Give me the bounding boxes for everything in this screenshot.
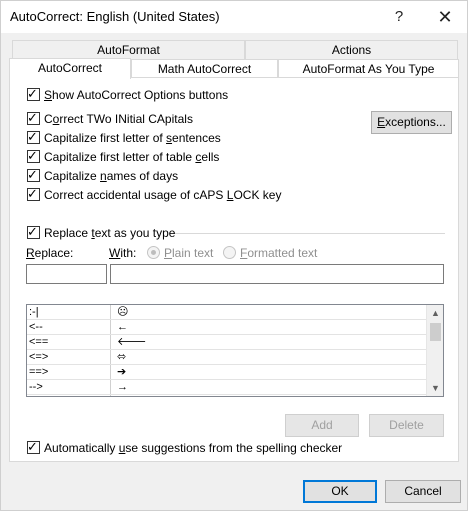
check-icon: ✓ [27, 86, 38, 101]
tab-label: AutoCorrect [37, 61, 103, 75]
replace-group-line [169, 233, 445, 234]
tab-autocorrect[interactable]: AutoCorrect [9, 58, 131, 79]
replace-label: Replace: [26, 246, 74, 260]
cap-table-cells-checkbox[interactable]: ✓ [27, 148, 40, 163]
tab-autoformat-as-you-type[interactable]: AutoFormat As You Type [278, 59, 459, 78]
formatted-text-label: Formatted text [240, 246, 318, 260]
replacement-list[interactable]: :-| ☹ <-- ← <== 🡐 <=> ⬄ ==> ➔ --> → ▲ ▼ [26, 304, 444, 397]
check-icon: ✓ [27, 110, 38, 125]
dialog-title: AutoCorrect: English (United States) [10, 9, 220, 24]
tab-label: Actions [331, 43, 372, 57]
two-initials-checkbox[interactable]: ✓ [27, 110, 40, 125]
cap-days-label: Capitalize names of days [44, 169, 179, 183]
close-icon[interactable]: ✕ [425, 3, 465, 31]
add-button[interactable]: Add [285, 414, 359, 437]
list-item-with: ☹ [117, 306, 129, 318]
exceptions-button[interactable]: Exceptions... [371, 111, 452, 134]
tab-label: AutoFormat [97, 43, 160, 57]
check-icon: ✓ [27, 439, 38, 454]
with-input[interactable] [110, 264, 444, 284]
replace-as-you-type-checkbox[interactable]: ✓ [27, 224, 40, 239]
list-item-replace: --> [29, 381, 43, 393]
cap-sentences-checkbox[interactable]: ✓ [27, 129, 40, 144]
two-initials-label: Correct TWo INitial CApitals [44, 112, 193, 126]
check-icon: ✓ [27, 167, 38, 182]
plain-text-radio[interactable] [147, 246, 160, 259]
check-icon: ✓ [27, 224, 38, 239]
spelling-suggestions-label: Automatically use suggestions from the s… [44, 441, 343, 455]
cap-sentences-label: Capitalize first letter of sentences [44, 131, 221, 145]
caps-lock-checkbox[interactable]: ✓ [27, 186, 40, 201]
plain-text-label: Plain text [164, 246, 214, 260]
check-icon: ✓ [27, 186, 38, 201]
list-item-with: 🡐 [117, 336, 147, 348]
list-item-replace: ==> [29, 366, 49, 378]
tab-actions[interactable]: Actions [245, 40, 458, 59]
list-item-replace: <-- [29, 321, 43, 333]
check-icon: ✓ [27, 148, 38, 163]
autocorrect-dialog: AutoCorrect: English (United States) ? ✕… [0, 0, 468, 511]
tab-math-autocorrect[interactable]: Math AutoCorrect [131, 59, 278, 78]
delete-button[interactable]: Delete [369, 414, 444, 437]
list-item[interactable]: ==> ➔ [27, 365, 427, 380]
help-icon[interactable]: ? [379, 3, 419, 31]
with-label: With: [109, 246, 137, 260]
replace-input[interactable] [26, 264, 107, 284]
title-bar: AutoCorrect: English (United States) ? ✕ [1, 1, 467, 33]
tab-autoformat[interactable]: AutoFormat [12, 40, 245, 59]
list-item-replace: <=> [29, 351, 49, 363]
list-item-replace: <== [29, 336, 49, 348]
scroll-thumb[interactable] [430, 323, 441, 341]
list-item-with: → [117, 381, 128, 393]
list-item[interactable]: <=> ⬄ [27, 350, 427, 365]
replace-as-you-type-label: Replace text as you type [44, 226, 176, 240]
formatted-text-radio[interactable] [223, 246, 236, 259]
list-scrollbar[interactable]: ▲ ▼ [426, 305, 443, 396]
show-options-checkbox[interactable]: ✓ [27, 86, 40, 101]
radio-dot [151, 250, 156, 255]
scroll-up-icon[interactable]: ▲ [427, 306, 443, 320]
show-options-label: Show AutoCorrect Options buttons [44, 88, 229, 102]
cap-table-cells-label: Capitalize first letter of table cells [44, 150, 220, 164]
cap-days-checkbox[interactable]: ✓ [27, 167, 40, 182]
tab-label: Math AutoCorrect [157, 62, 252, 76]
list-item-with: ← [117, 321, 128, 333]
list-item[interactable]: <-- ← [27, 320, 427, 335]
ok-button[interactable]: OK [303, 480, 377, 503]
spelling-suggestions-checkbox[interactable]: ✓ [27, 439, 40, 454]
list-item[interactable]: <== 🡐 [27, 335, 427, 350]
list-item-with: ➔ [117, 366, 127, 378]
cancel-button[interactable]: Cancel [385, 480, 461, 503]
list-item[interactable]: :-| ☹ [27, 305, 427, 320]
tab-label: AutoFormat As You Type [302, 62, 435, 76]
check-icon: ✓ [27, 129, 38, 144]
caps-lock-label: Correct accidental usage of cAPS LOCK ke… [44, 188, 282, 202]
list-item-with: ⬄ [117, 351, 127, 363]
list-item-replace: :-| [29, 306, 39, 318]
list-item[interactable]: --> → [27, 380, 427, 395]
scroll-down-icon[interactable]: ▼ [427, 381, 443, 395]
